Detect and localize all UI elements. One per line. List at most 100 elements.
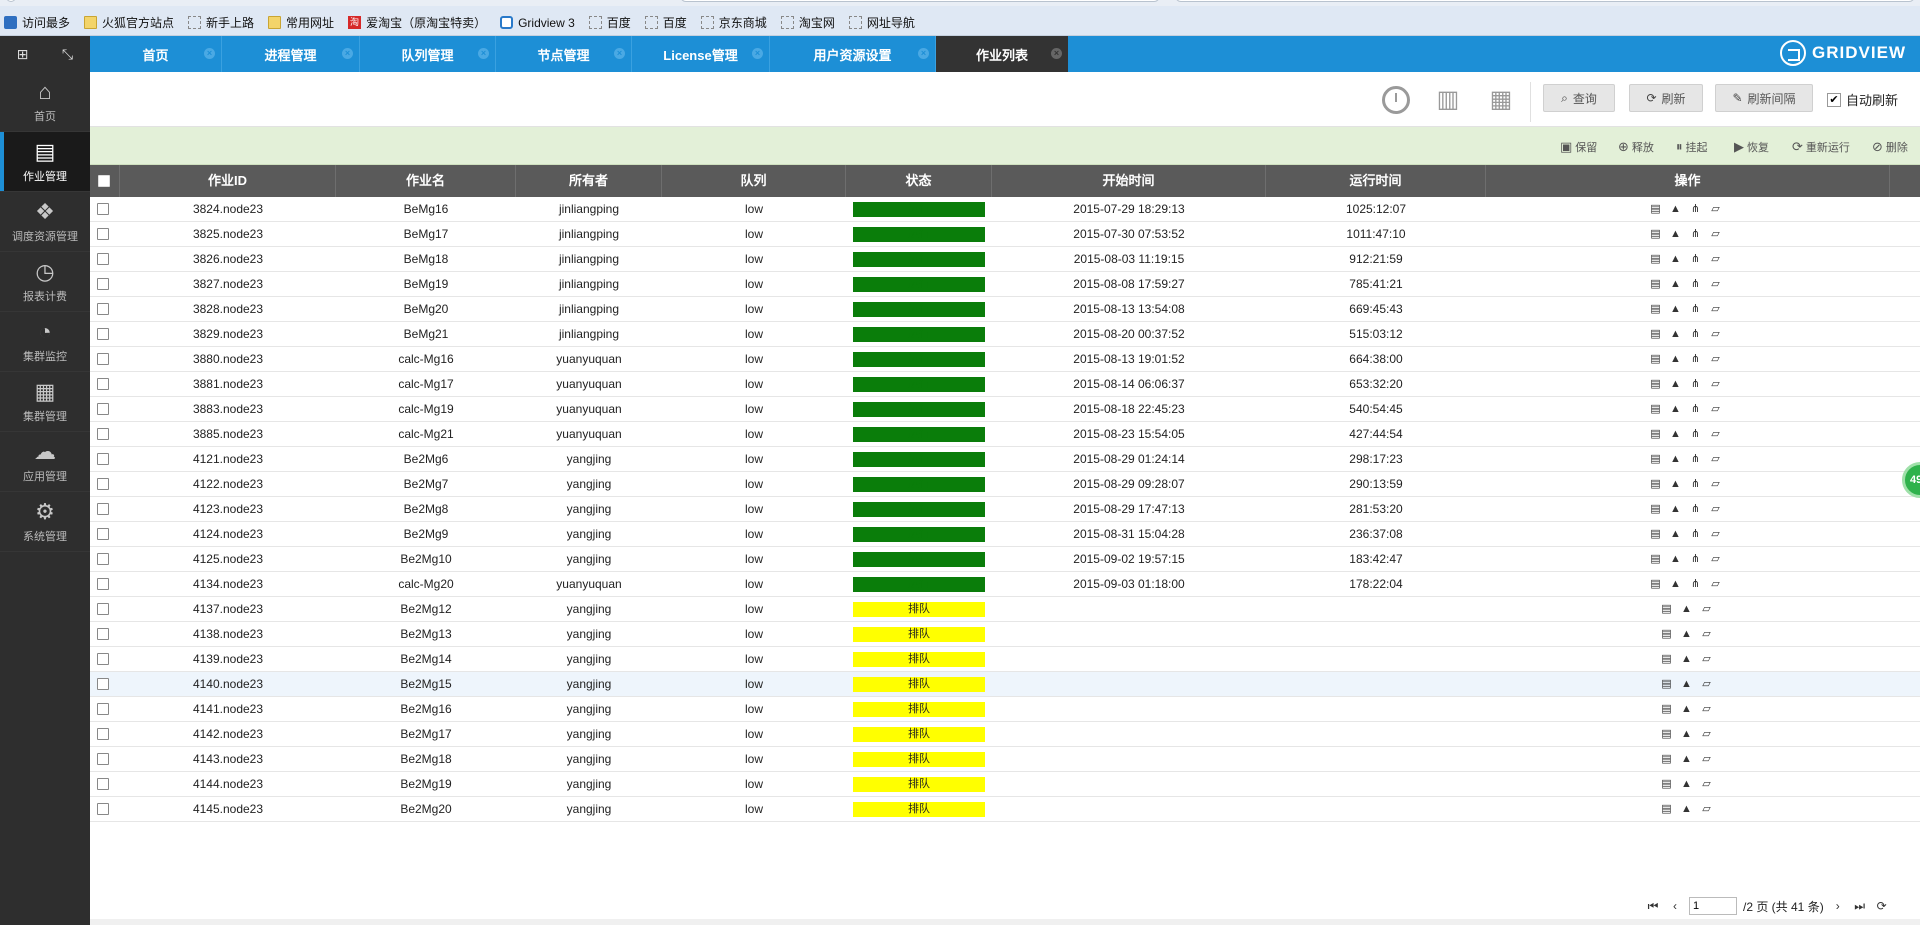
table-row[interactable]: 3829.node23 BeMg21 jinliangping low 2015-08-… [90,322,1920,347]
rerun-button[interactable]: ⟳ 重新运行 [1792,139,1850,155]
table-row[interactable]: 4145.node23 Be2Mg20 yangjing low 排队 ▤ ▲ ▱ [90,797,1920,822]
sitemap-icon[interactable]: ⋔ [1689,278,1702,291]
table-row[interactable]: 3880.node23 calc-Mg16 yuanyuquan low 2015-08… [90,347,1920,372]
col-header-runtime[interactable]: 运行时间 [1266,165,1486,197]
table-row[interactable]: 3824.node23 BeMg16 jinliangping low 2015-07-… [90,197,1920,222]
warning-icon[interactable]: ▲ [1669,553,1682,566]
table-row[interactable]: 4121.node23 Be2Mg6 yangjing low 2015-08-29 0… [90,447,1920,472]
table-row[interactable]: 3883.node23 calc-Mg19 yuanyuquan low 2015-08… [90,397,1920,422]
sitemap-icon[interactable]: ⋔ [1689,228,1702,241]
row-checkbox[interactable] [97,403,109,415]
table-row[interactable]: 4124.node23 Be2Mg9 yangjing low 2015-08-31 1… [90,522,1920,547]
file-icon[interactable]: ▤ [1649,328,1662,341]
row-checkbox[interactable] [97,678,109,690]
table-row[interactable]: 3825.node23 BeMg17 jinliangping low 2015-07-… [90,222,1920,247]
folder-open-icon[interactable]: ▱ [1700,753,1713,766]
sitemap-icon[interactable]: ⋔ [1689,453,1702,466]
warning-icon[interactable]: ▲ [1669,303,1682,316]
tab-item[interactable]: 用户资源设置 × [770,36,936,72]
warning-icon[interactable]: ▲ [1680,703,1693,716]
file-icon[interactable]: ▤ [1660,653,1673,666]
sitemap-icon[interactable]: ⋔ [1689,428,1702,441]
warning-icon[interactable]: ▲ [1680,653,1693,666]
table-row[interactable]: 3885.node23 calc-Mg21 yuanyuquan low 2015-08… [90,422,1920,447]
file-icon[interactable]: ▤ [1649,378,1662,391]
folder-open-icon[interactable]: ▱ [1700,653,1713,666]
auto-refresh-checkbox[interactable]: ✔ [1827,92,1841,107]
warning-icon[interactable]: ▲ [1669,428,1682,441]
file-icon[interactable]: ▤ [1649,253,1662,266]
file-icon[interactable]: ▤ [1660,728,1673,741]
resume-button[interactable]: ▶ 恢复 [1734,139,1769,155]
warning-icon[interactable]: ▲ [1669,278,1682,291]
warning-icon[interactable]: ▲ [1680,778,1693,791]
folder-open-icon[interactable]: ▱ [1709,578,1722,591]
table-row[interactable]: 4125.node23 Be2Mg10 yangjing low 2015-09-02 … [90,547,1920,572]
file-icon[interactable]: ▤ [1649,553,1662,566]
file-icon[interactable]: ▤ [1660,703,1673,716]
table-row[interactable]: 4139.node23 Be2Mg14 yangjing low 排队 ▤ ▲ ▱ [90,647,1920,672]
bookmark-item[interactable]: 京东商城 [700,14,767,31]
row-checkbox[interactable] [97,603,109,615]
row-checkbox[interactable] [97,728,109,740]
table-row[interactable]: 3827.node23 BeMg19 jinliangping low 2015-08-… [90,272,1920,297]
bookmark-item[interactable]: 访问最多 [4,14,70,31]
sidebar-item[interactable]: ⚙ 系统管理 [0,492,90,552]
close-tab-icon[interactable]: × [478,48,489,59]
close-tab-icon[interactable]: × [1051,48,1062,59]
bookmark-item[interactable]: 百度 [588,14,631,31]
table-row[interactable]: 4134.node23 calc-Mg20 yuanyuquan low 2015-09… [90,572,1920,597]
windows-icon[interactable]: ⊞ [0,36,45,72]
select-all-checkbox[interactable] [98,175,110,187]
file-icon[interactable]: ▤ [1649,303,1662,316]
warning-icon[interactable]: ▲ [1669,403,1682,416]
row-checkbox[interactable] [97,353,109,365]
bar-chart-icon[interactable]: ▥ [1434,86,1462,114]
release-button[interactable]: ⊕ 释放 [1618,139,1654,155]
bookmark-item[interactable]: 火狐官方站点 [84,14,174,31]
folder-open-icon[interactable]: ▱ [1700,703,1713,716]
file-icon[interactable]: ▤ [1649,428,1662,441]
reload-page-icon[interactable]: ⟳ [1874,898,1890,914]
file-icon[interactable]: ▤ [1649,203,1662,216]
table-row[interactable]: 3881.node23 calc-Mg17 yuanyuquan low 2015-08… [90,372,1920,397]
collapse-icon[interactable]: ⤡ [45,36,90,72]
folder-open-icon[interactable]: ▱ [1700,603,1713,616]
bookmark-item[interactable]: Gridview 3 [500,16,575,30]
row-checkbox[interactable] [97,278,109,290]
folder-open-icon[interactable]: ▱ [1709,303,1722,316]
close-tab-icon[interactable]: × [204,48,215,59]
bookmark-item[interactable]: 百度 [644,14,687,31]
table-row[interactable]: 4137.node23 Be2Mg12 yangjing low 排队 ▤ ▲ ▱ [90,597,1920,622]
file-icon[interactable]: ▤ [1649,353,1662,366]
row-checkbox[interactable] [97,703,109,715]
close-tab-icon[interactable]: × [752,48,763,59]
row-checkbox[interactable] [97,453,109,465]
warning-icon[interactable]: ▲ [1680,678,1693,691]
first-page-icon[interactable]: ⏮ [1645,898,1661,914]
col-header-job-id[interactable]: 作业ID [120,165,336,197]
bookmark-item[interactable]: 淘宝网 [780,14,835,31]
warning-icon[interactable]: ▲ [1669,503,1682,516]
sidebar-item[interactable]: ❖ 调度资源管理 [0,192,90,252]
table-row[interactable]: 3828.node23 BeMg20 jinliangping low 2015-08-… [90,297,1920,322]
suspend-button[interactable]: ⏸ 挂起 [1676,139,1708,155]
hold-button[interactable]: ▣ 保留 [1560,139,1597,155]
folder-open-icon[interactable]: ▱ [1709,203,1722,216]
delete-button[interactable]: ⊘ 删除 [1872,139,1908,155]
row-checkbox[interactable] [97,778,109,790]
row-checkbox[interactable] [97,478,109,490]
col-header-status[interactable]: 状态 [846,165,992,197]
close-tab-icon[interactable]: × [342,48,353,59]
row-checkbox[interactable] [97,578,109,590]
sitemap-icon[interactable]: ⋔ [1689,328,1702,341]
col-header-owner[interactable]: 所有者 [516,165,662,197]
file-icon[interactable]: ▤ [1649,278,1662,291]
close-tab-icon[interactable]: × [918,48,929,59]
row-checkbox[interactable] [97,428,109,440]
tab-item[interactable]: 队列管理 × [360,36,496,72]
table-row[interactable]: 4140.node23 Be2Mg15 yangjing low 排队 ▤ ▲ ▱ [90,672,1920,697]
table-row[interactable]: 3826.node23 BeMg18 jinliangping low 2015-08-… [90,247,1920,272]
folder-open-icon[interactable]: ▱ [1709,328,1722,341]
warning-icon[interactable]: ▲ [1669,478,1682,491]
